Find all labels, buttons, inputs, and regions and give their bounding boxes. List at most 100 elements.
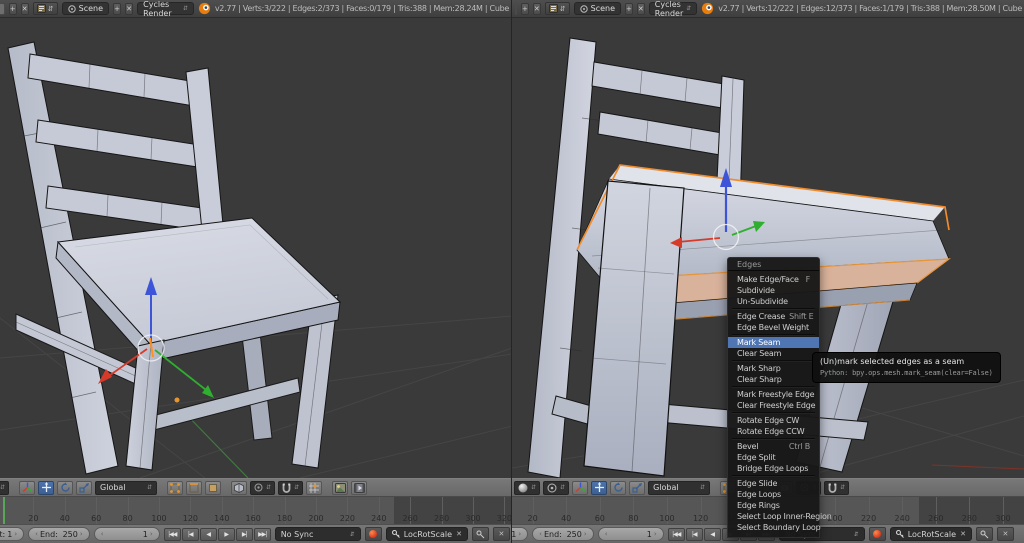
menu-item-clear-sharp[interactable]: Clear Sharp: [728, 374, 819, 385]
clear-keyingset-icon[interactable]: ✕: [456, 530, 462, 538]
stepper-right-icon[interactable]: ›: [654, 530, 657, 538]
stepper-right-icon[interactable]: ›: [80, 530, 83, 538]
delete-scene-button[interactable]: ✕: [637, 3, 645, 15]
keying-set-dropdown[interactable]: LocRotScale ✕: [386, 527, 468, 541]
stepper-right-icon[interactable]: ›: [150, 530, 153, 538]
translate-manipulator-button[interactable]: [591, 481, 607, 495]
mode-dropdown[interactable]: ⇵: [0, 481, 9, 495]
start-frame-field[interactable]: Start: 1 ›: [0, 527, 24, 541]
menu-item-clear-freestyle-edge[interactable]: Clear Freestyle Edge: [728, 400, 819, 411]
play-button[interactable]: ▶: [218, 528, 235, 541]
render-engine-selector[interactable]: Cycles Render ⇵: [137, 2, 194, 15]
menu-item-make-edge-face[interactable]: Make Edge/FaceF: [728, 274, 819, 285]
editor-type-selector[interactable]: ⇵: [33, 2, 58, 15]
left-3d-viewport[interactable]: [0, 18, 512, 478]
jump-to-start-button[interactable]: |◀◀: [668, 528, 685, 541]
jump-prev-keyframe-button[interactable]: |◀: [182, 528, 199, 541]
jump-to-start-button[interactable]: |◀◀: [164, 528, 181, 541]
menu-item-clear-seam[interactable]: Clear Seam: [728, 348, 819, 359]
scene-datablock[interactable]: Scene: [62, 2, 109, 15]
insert-keyframe-button[interactable]: [472, 527, 489, 541]
screen-layout-field[interactable]: [0, 3, 5, 15]
menu-item-edge-slide[interactable]: Edge Slide: [728, 478, 819, 489]
scale-manipulator-button[interactable]: [76, 481, 92, 495]
menu-item-subdivide[interactable]: Subdivide: [728, 285, 819, 296]
stepper-left-icon[interactable]: ‹: [101, 530, 104, 538]
menu-item-rotate-edge-ccw[interactable]: Rotate Edge CCW: [728, 426, 819, 437]
add-layout-button[interactable]: +: [9, 3, 17, 15]
transform-orientation-dropdown[interactable]: Global ⇵: [95, 481, 157, 495]
add-layout-button[interactable]: +: [521, 3, 529, 15]
manipulator-axes-button[interactable]: [572, 481, 588, 495]
close-layout-button[interactable]: ✕: [533, 3, 541, 15]
snap-dropdown[interactable]: ⇵: [278, 481, 303, 495]
end-frame-field[interactable]: ‹ End: 250 ›: [532, 527, 594, 541]
menu-item-select-boundary-loop[interactable]: Select Boundary Loop: [728, 522, 819, 533]
delete-keyframe-button[interactable]: ✕: [997, 527, 1014, 541]
manipulator-axes-button[interactable]: [19, 481, 35, 495]
menu-item-mark-seam[interactable]: Mark Seam: [728, 337, 819, 348]
menu-item-mark-sharp[interactable]: Mark Sharp: [728, 363, 819, 374]
stepper-left-icon[interactable]: ‹: [605, 530, 608, 538]
edge-select-button[interactable]: [186, 481, 202, 495]
clear-keyingset-icon[interactable]: ✕: [960, 530, 966, 538]
add-scene-button[interactable]: +: [625, 3, 633, 15]
snap-dropdown[interactable]: ⇵: [824, 481, 849, 495]
add-scene-button[interactable]: +: [113, 3, 121, 15]
opengl-render-still-button[interactable]: [332, 481, 348, 495]
current-frame-field[interactable]: ‹ 1 ›: [94, 527, 160, 541]
render-engine-selector[interactable]: Cycles Render ⇵: [649, 2, 698, 15]
scene-datablock[interactable]: Scene: [574, 2, 621, 15]
scale-manipulator-button[interactable]: [629, 481, 645, 495]
snap-element-button[interactable]: [306, 481, 322, 495]
transform-orientation-dropdown[interactable]: Global ⇵: [648, 481, 710, 495]
stepper-right-icon[interactable]: ›: [584, 530, 587, 538]
menu-item-edge-crease[interactable]: Edge CreaseShift E: [728, 311, 819, 322]
screen-layout-field[interactable]: [515, 3, 517, 15]
area-divider[interactable]: [511, 0, 512, 543]
editor-type-selector[interactable]: ⇵: [545, 2, 570, 15]
opengl-render-anim-button[interactable]: [351, 481, 367, 495]
jump-next-keyframe-button[interactable]: ▶|: [236, 528, 253, 541]
menu-item-edge-bevel-weight[interactable]: Edge Bevel Weight: [728, 322, 819, 333]
menu-item-rotate-edge-cw[interactable]: Rotate Edge CW: [728, 415, 819, 426]
delete-scene-button[interactable]: ✕: [125, 3, 133, 15]
end-frame-field[interactable]: ‹ End: 250 ›: [28, 527, 90, 541]
insert-keyframe-button[interactable]: [976, 527, 993, 541]
menu-item-mark-freestyle-edge[interactable]: Mark Freestyle Edge: [728, 389, 819, 400]
jump-to-end-button[interactable]: ▶▶|: [254, 528, 271, 541]
left-timeline-ruler[interactable]: 2040608010012014016018020022024026028030…: [0, 497, 512, 524]
rotate-manipulator-button[interactable]: [610, 481, 626, 495]
menu-item-bevel[interactable]: BevelCtrl B: [728, 441, 819, 452]
start-frame-field[interactable]: Start: 1 ›: [512, 527, 528, 541]
current-frame-field[interactable]: ‹ 1 ›: [598, 527, 664, 541]
sync-mode-dropdown[interactable]: No Sync ⇵: [275, 527, 361, 541]
play-reverse-button[interactable]: ◀: [200, 528, 217, 541]
delete-keyframe-button[interactable]: ✕: [493, 527, 510, 541]
menu-item-edge-loops[interactable]: Edge Loops: [728, 489, 819, 500]
stepper-left-icon[interactable]: ‹: [35, 530, 38, 538]
translate-manipulator-button[interactable]: [38, 481, 54, 495]
viewport-shading-dropdown[interactable]: ⇵: [514, 481, 540, 495]
current-frame-indicator[interactable]: [3, 497, 5, 524]
auto-keyframe-button[interactable]: [869, 527, 886, 541]
keying-set-dropdown[interactable]: LocRotScale ✕: [890, 527, 972, 541]
proportional-edit-dropdown[interactable]: ⇵: [250, 481, 275, 495]
pivot-center-dropdown[interactable]: ⇵: [543, 481, 569, 495]
rotate-manipulator-button[interactable]: [57, 481, 73, 495]
menu-item-un-subdivide[interactable]: Un-Subdivide: [728, 296, 819, 307]
auto-keyframe-button[interactable]: [365, 527, 382, 541]
vertex-select-button[interactable]: [167, 481, 183, 495]
play-reverse-button[interactable]: ◀: [704, 528, 721, 541]
limit-selection-visible-button[interactable]: [231, 481, 247, 495]
menu-item-edge-split[interactable]: Edge Split: [728, 452, 819, 463]
menu-item-edge-rings[interactable]: Edge Rings: [728, 500, 819, 511]
stepper-left-icon[interactable]: ‹: [539, 530, 542, 538]
menu-item-select-loop-inner-region[interactable]: Select Loop Inner-Region: [728, 511, 819, 522]
close-layout-button[interactable]: ✕: [21, 3, 29, 15]
menu-item-bridge-edge-loops[interactable]: Bridge Edge Loops: [728, 463, 819, 474]
jump-prev-keyframe-button[interactable]: |◀: [686, 528, 703, 541]
stepper-right-icon[interactable]: ›: [518, 530, 521, 538]
face-select-button[interactable]: [205, 481, 221, 495]
stepper-right-icon[interactable]: ›: [14, 530, 17, 538]
